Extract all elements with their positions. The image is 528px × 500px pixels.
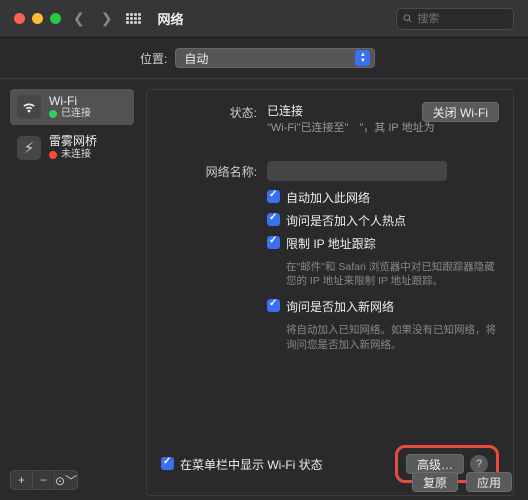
status-dot-icon bbox=[49, 151, 57, 159]
revert-button[interactable]: 复原 bbox=[412, 472, 458, 492]
zoom-dot[interactable] bbox=[50, 13, 61, 24]
apply-button[interactable]: 应用 bbox=[466, 472, 512, 492]
sidebar: Wi-Fi 已连接 ⚡︎ 雷雾网桥 未连接 + − ⊙﹀ bbox=[0, 79, 144, 500]
wifi-off-button[interactable]: 关闭 Wi-Fi bbox=[422, 102, 499, 122]
window-controls bbox=[14, 13, 61, 24]
status-dot-icon bbox=[49, 110, 57, 118]
add-interface-button[interactable]: + bbox=[11, 471, 33, 489]
check-ask-new-help: 将自动加入已知网络。如果没有已知网络，将询问您是否加入新网络。 bbox=[286, 323, 499, 351]
search-input[interactable] bbox=[417, 13, 507, 25]
help-button[interactable]: ? bbox=[470, 455, 488, 473]
check-ask-hotspot[interactable]: 询问是否加入个人热点 bbox=[267, 212, 499, 229]
thunderbolt-icon: ⚡︎ bbox=[17, 136, 41, 160]
check-ask-new[interactable]: 询问是否加入新网络 bbox=[267, 298, 499, 315]
location-label: 位置: bbox=[140, 50, 167, 67]
network-name-select[interactable] bbox=[267, 161, 447, 181]
minimize-dot[interactable] bbox=[32, 13, 43, 24]
window-title: 网络 bbox=[157, 9, 183, 28]
check-auto-join[interactable]: 自动加入此网络 bbox=[267, 189, 499, 206]
sidebar-tools: + − ⊙﹀ bbox=[10, 470, 78, 490]
sidebar-item-label: 雷雾网桥 bbox=[49, 134, 97, 148]
netname-label: 网络名称: bbox=[161, 161, 257, 356]
location-value: 自动 bbox=[184, 50, 208, 67]
advanced-button[interactable]: 高级… bbox=[406, 454, 464, 474]
sidebar-item-label: Wi-Fi bbox=[49, 94, 91, 108]
location-row: 位置: 自动 bbox=[0, 38, 528, 79]
close-dot[interactable] bbox=[14, 13, 25, 24]
back-button[interactable]: ❮ bbox=[69, 10, 89, 27]
search-field[interactable] bbox=[396, 8, 514, 30]
remove-interface-button[interactable]: − bbox=[33, 471, 55, 489]
window-footer: 复原 应用 bbox=[412, 472, 512, 492]
status-label: 状态: bbox=[161, 102, 257, 135]
sidebar-item-wifi[interactable]: Wi-Fi 已连接 bbox=[10, 89, 134, 125]
show-all-icon[interactable] bbox=[126, 13, 141, 24]
search-icon bbox=[403, 13, 412, 24]
check-limit-ip[interactable]: 限制 IP 地址跟踪 bbox=[267, 235, 499, 252]
interface-options-button[interactable]: ⊙﹀ bbox=[55, 471, 77, 489]
updown-arrows-icon bbox=[355, 50, 370, 66]
wifi-icon bbox=[17, 95, 41, 119]
location-select[interactable]: 自动 bbox=[175, 48, 375, 68]
check-menubar[interactable]: 在菜单栏中显示 Wi-Fi 状态 bbox=[161, 456, 323, 473]
titlebar: ❮ ❯ 网络 bbox=[0, 0, 528, 38]
check-limit-ip-help: 在"邮件"和 Safari 浏览器中对已知跟踪器隐藏您的 IP 地址来限制 IP… bbox=[286, 260, 499, 288]
forward-button[interactable]: ❯ bbox=[97, 10, 117, 27]
detail-panel: 关闭 Wi-Fi 状态: 已连接 "Wi-Fi"已连接至" "，其 IP 地址为… bbox=[146, 89, 514, 496]
sidebar-item-thunderbolt[interactable]: ⚡︎ 雷雾网桥 未连接 bbox=[10, 129, 134, 165]
